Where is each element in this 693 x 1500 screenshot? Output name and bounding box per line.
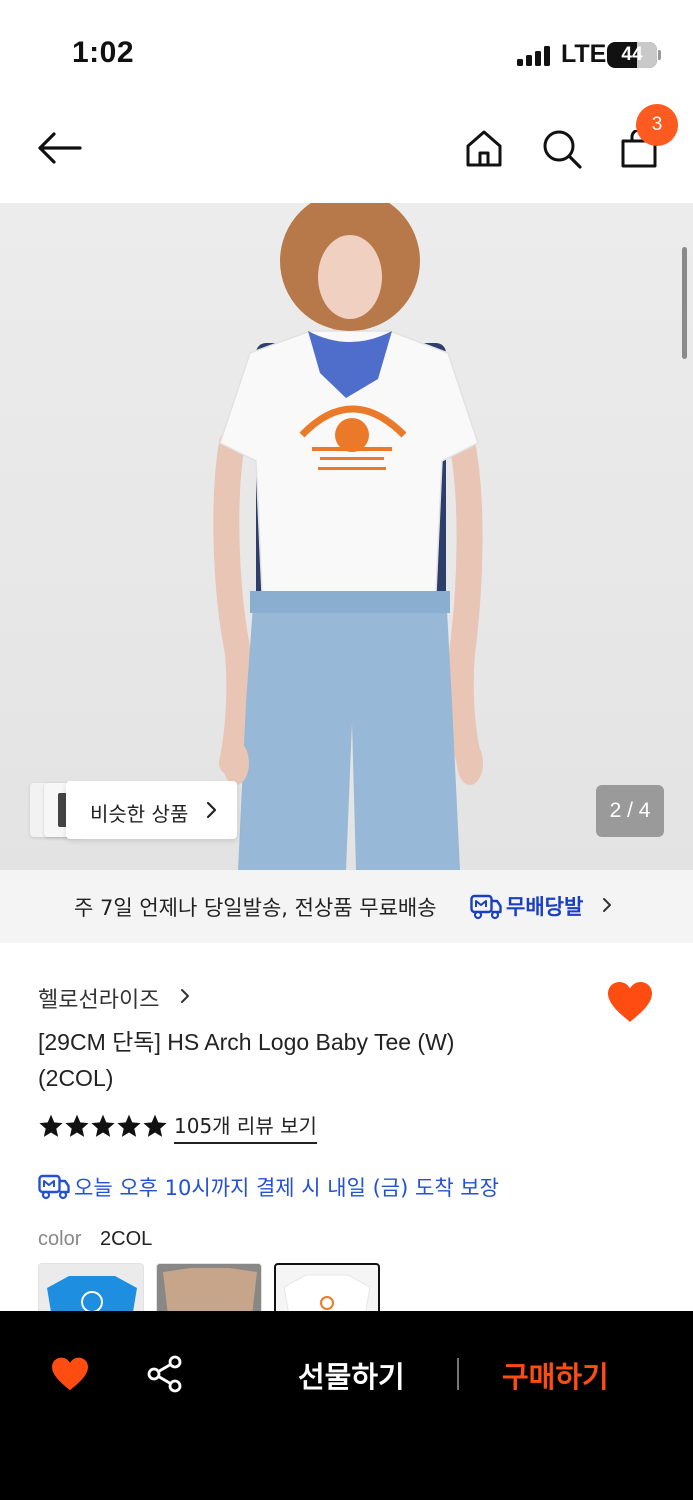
wishlist-heart-icon[interactable] [606,980,654,1024]
delivery-banner[interactable]: 주 7일 언제나 당일발송, 전상품 무료배송 무배당발 [0,870,693,943]
signal-icon [517,46,551,66]
delivery-guarantee-text: 오늘 오후 10시까지 결제 시 내일 (금) 도착 보장 [74,1176,499,1200]
delivery-brand-label: 무배당발 [506,895,584,919]
delivery-truck-icon [470,894,502,920]
image-scroll-indicator [682,247,687,359]
bottom-action-bar: 선물하기 구매하기 [0,1311,693,1500]
star-icon [39,1114,63,1137]
chevron-right-icon [181,989,189,1003]
back-arrow-icon[interactable] [36,130,82,166]
similar-products-button[interactable]: 비슷한 상품 [30,781,237,839]
brand-link[interactable]: 헬로선라이즈 [38,982,159,1014]
delivery-text: 주 7일 언제나 당일발송, 전상품 무료배송 [74,896,437,920]
color-label: color [38,1228,82,1250]
battery-level: 44 [621,44,643,65]
similar-products-label: 비슷한 상품 [90,802,189,826]
gift-button[interactable]: 선물하기 [298,1354,405,1396]
cart-count-badge: 3 [636,104,678,146]
color-value: 2COL [100,1228,153,1250]
buy-button[interactable]: 구매하기 [502,1354,609,1396]
star-icon [117,1114,141,1137]
divider [457,1358,459,1390]
status-time: 1:02 [72,36,135,69]
product-image-carousel[interactable]: 비슷한 상품 2 / 4 [0,203,693,870]
star-icon [143,1114,167,1137]
product-title-line2: (2COL) [38,1065,114,1091]
status-bar: 1:02 LTE 44 [0,0,693,100]
image-page-counter: 2 / 4 [596,785,664,837]
product-title: [29CM 단독] HS Arch Logo Baby Tee (W) (2CO… [38,1024,558,1096]
product-title-line1: [29CM 단독] HS Arch Logo Baby Tee (W) [38,1029,455,1055]
search-icon[interactable] [541,128,583,170]
review-link[interactable]: 105개 리뷰 보기 [174,1110,317,1144]
chevron-right-icon [206,801,217,819]
delivery-truck-icon [38,1174,70,1200]
network-label: LTE [561,40,607,68]
chevron-right-icon [603,898,611,912]
top-nav [0,100,693,203]
star-icon [65,1114,89,1137]
wishlist-heart-icon[interactable] [50,1356,90,1392]
battery-icon: 44 [607,42,657,68]
home-icon[interactable] [464,128,504,168]
product-photo [213,203,483,870]
share-icon[interactable] [146,1355,184,1393]
star-icon [91,1114,115,1137]
